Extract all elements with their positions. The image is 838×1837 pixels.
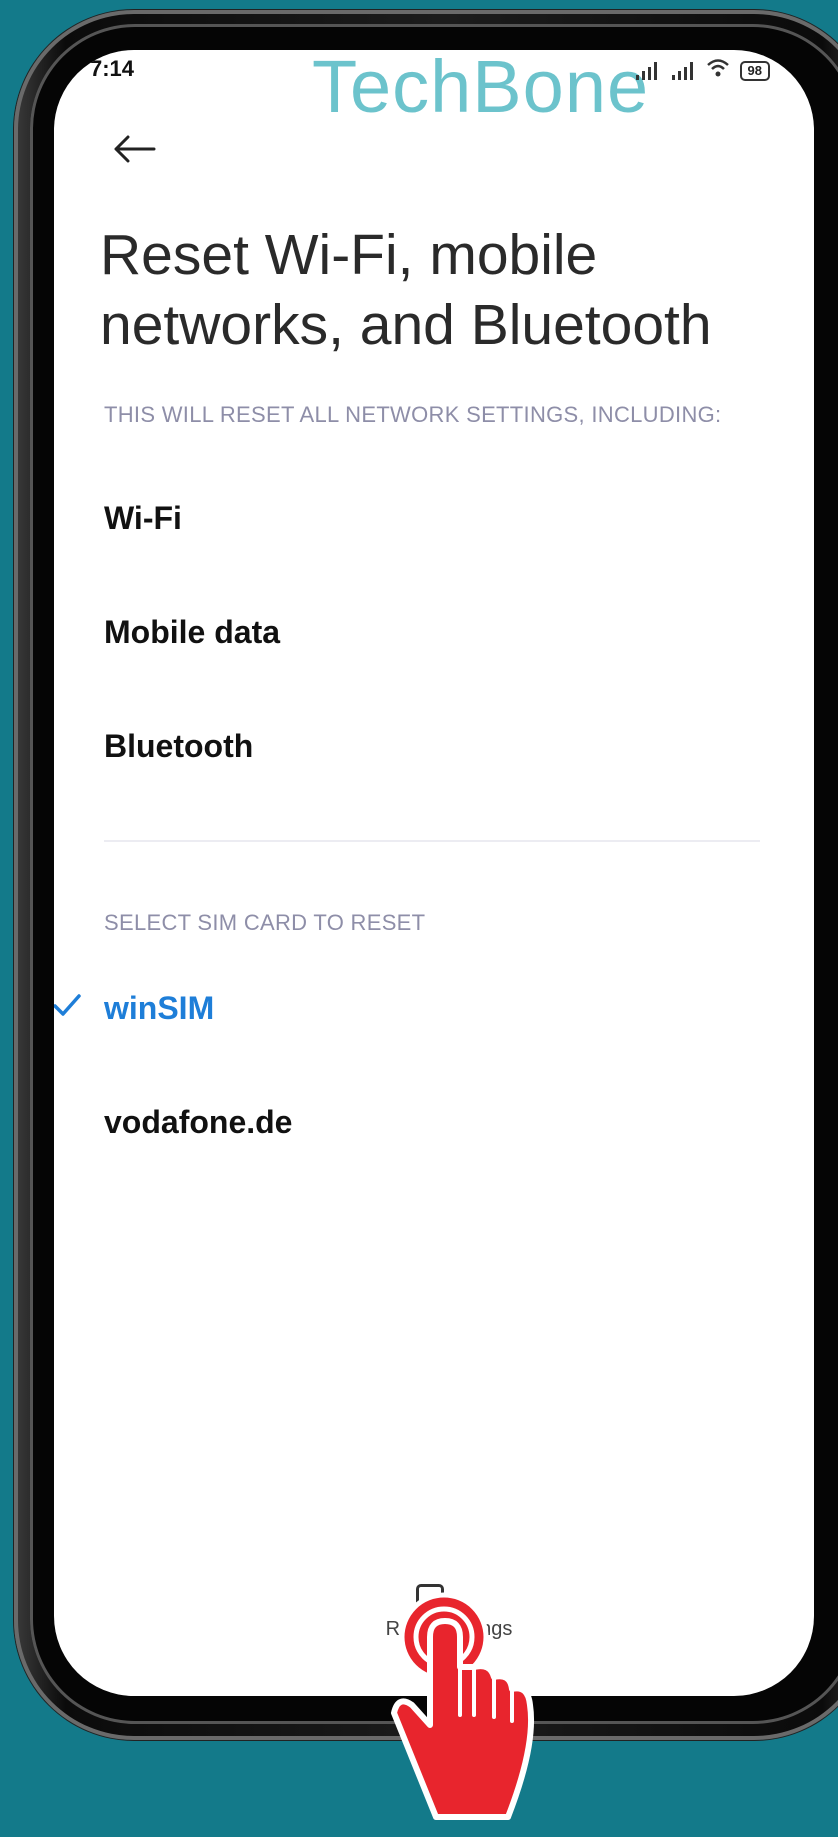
status-icons: 98 <box>634 58 770 83</box>
phone-screen: 7:14 TechBone 98 Reset Wi-Fi, mobile net… <box>54 50 814 1696</box>
signal-icon <box>634 61 660 80</box>
network-item-wifi: Wi-Fi <box>104 500 182 536</box>
tap-hand-icon <box>391 1592 535 1820</box>
arrow-left-icon <box>114 135 156 163</box>
sim-option-vodafone[interactable]: vodafone.de <box>104 1104 292 1141</box>
wifi-icon <box>706 58 730 83</box>
checkmark-icon <box>54 994 81 1016</box>
network-item-mobile-data: Mobile data <box>104 614 281 650</box>
page-title-line-1: Reset Wi-Fi, mobile <box>100 223 598 287</box>
network-item-bluetooth: Bluetooth <box>104 728 254 764</box>
watermark: TechBone <box>312 50 650 128</box>
status-time: 7:14 <box>90 56 135 81</box>
back-button[interactable] <box>104 124 164 174</box>
page-title-line-2: networks, and Bluetooth <box>100 293 712 357</box>
page-title: Reset Wi-Fi, mobile networks, and Blueto… <box>100 220 720 360</box>
sim-option-winsim[interactable]: winSIM <box>104 990 214 1027</box>
divider <box>104 840 760 842</box>
battery-icon: 98 <box>739 60 770 81</box>
network-section-heading: THIS WILL RESET ALL NETWORK SETTINGS, IN… <box>104 402 722 427</box>
signal-icon-2 <box>670 61 696 80</box>
sim-section-heading: SELECT SIM CARD TO RESET <box>104 910 426 935</box>
